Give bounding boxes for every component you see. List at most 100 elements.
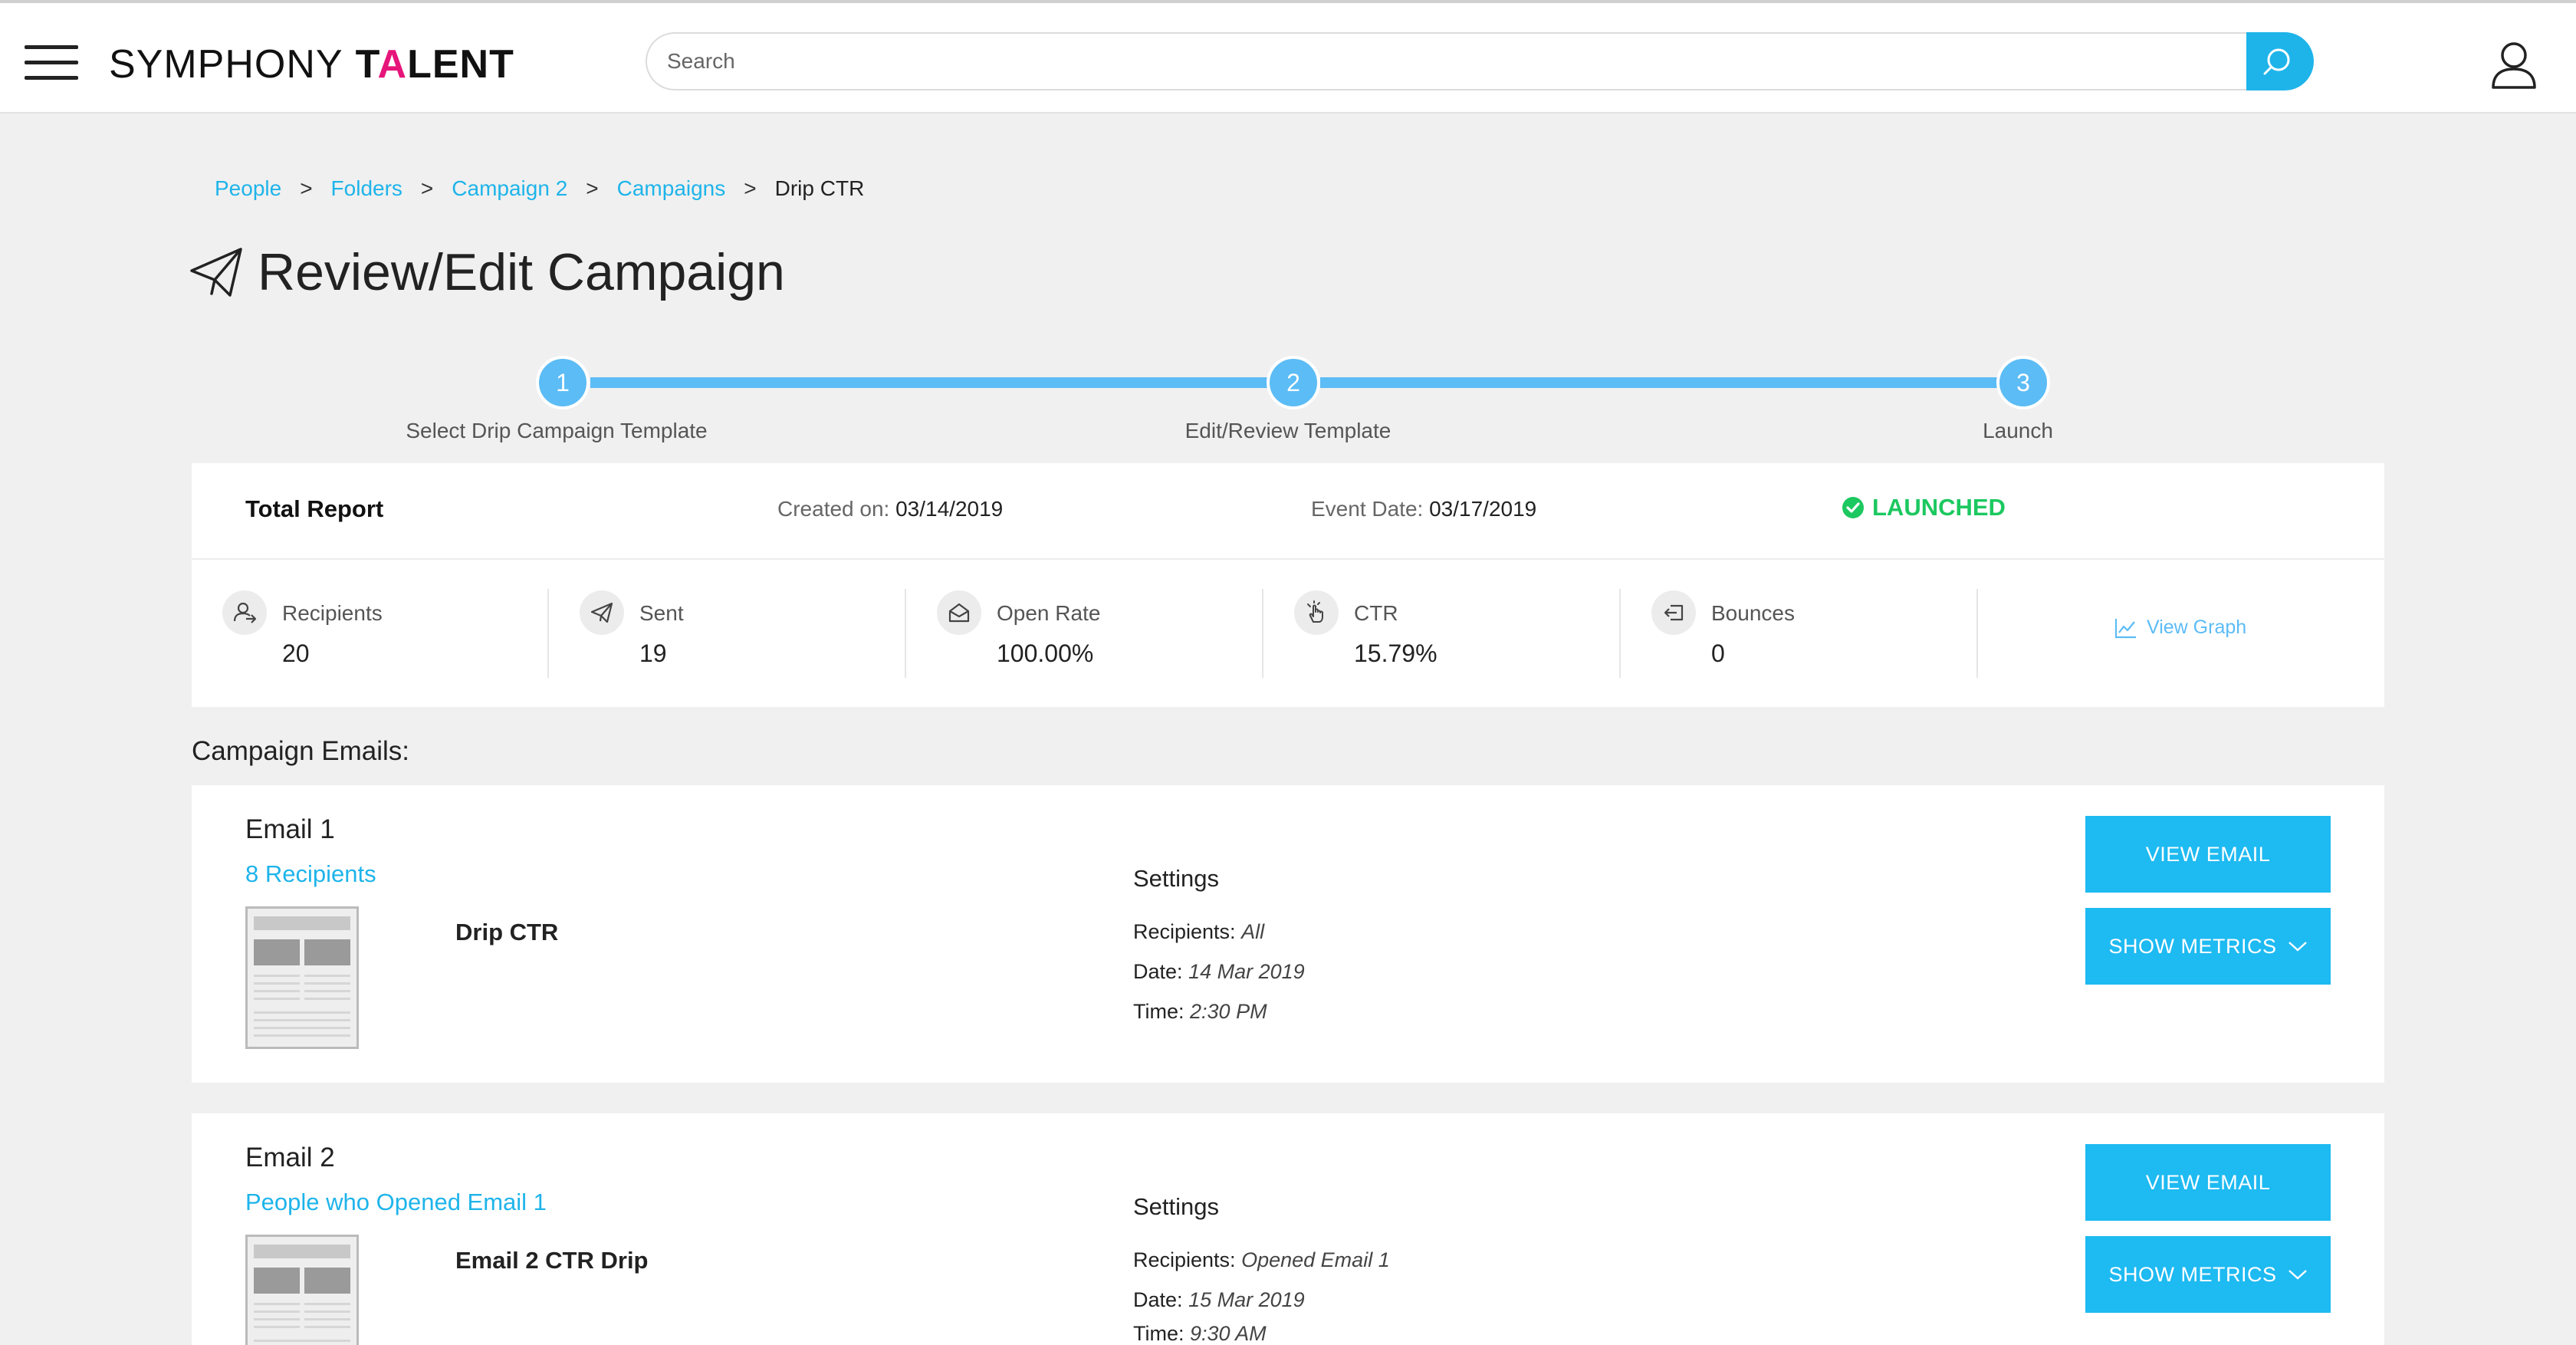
view-graph-link[interactable]: View Graph — [2114, 617, 2246, 639]
view-graph-label: View Graph — [2147, 617, 2247, 638]
setting-label: Date: — [1133, 960, 1183, 983]
metric-value: 100.00% — [997, 640, 1094, 667]
created-on: Created on: 03/14/2019 — [777, 497, 1003, 521]
email-recipients-link[interactable]: 8 Recipients — [245, 860, 376, 888]
logo-word-symphony: SYMPHONY — [109, 42, 343, 87]
step-2-label: Edit/Review Template — [1184, 419, 1392, 442]
breadcrumb: People > Folders > Campaign 2 > Campaign… — [215, 173, 864, 204]
setting-value: 14 Mar 2019 — [1188, 960, 1305, 983]
event-date: Event Date: 03/17/2019 — [1311, 497, 1536, 521]
metric-sent: Sent 19 — [549, 589, 906, 678]
stepper-connector — [590, 377, 1296, 388]
breadcrumb-separator: > — [300, 176, 313, 200]
metric-label: Sent — [639, 601, 684, 625]
view-email-button[interactable]: VIEW EMAIL — [2085, 1144, 2331, 1221]
created-on-value: 03/14/2019 — [895, 497, 1004, 521]
check-circle-icon — [1842, 497, 1864, 518]
setting-recipients: Recipients: All — [1133, 920, 1264, 944]
metric-value: 20 — [282, 640, 310, 667]
metric-bounces: Bounces 0 — [1621, 589, 1978, 678]
metric-value: 19 — [639, 640, 667, 667]
hamburger-menu-icon[interactable] — [25, 45, 78, 81]
breadcrumb-campaigns[interactable]: Campaigns — [617, 176, 726, 201]
event-date-label: Event Date: — [1311, 497, 1424, 521]
line-chart-icon — [2114, 618, 2136, 638]
metric-open-rate: Open Rate 100.00% — [906, 589, 1263, 678]
breadcrumb-separator: > — [744, 176, 757, 200]
logo-word-talent: TALENT — [355, 42, 514, 87]
view-email-label: VIEW EMAIL — [2145, 1170, 2271, 1194]
hand-click-icon — [1294, 590, 1339, 635]
setting-value: 9:30 AM — [1190, 1322, 1267, 1345]
paper-plane-icon — [580, 590, 624, 635]
setting-date: Date: 15 Mar 2019 — [1133, 1288, 1305, 1312]
setting-label: Recipients: — [1133, 920, 1236, 943]
search-bar — [646, 32, 2314, 90]
breadcrumb-separator: > — [420, 176, 434, 200]
page-title: Review/Edit Campaign — [189, 238, 785, 307]
email-name: Email 2 — [245, 1143, 335, 1172]
settings-title: Settings — [1133, 1193, 1220, 1220]
search-icon — [2263, 48, 2290, 75]
metric-label: CTR — [1354, 601, 1398, 625]
email-subject: Drip CTR — [455, 919, 559, 945]
setting-time: Time: 2:30 PM — [1133, 1000, 1267, 1024]
chevron-down-icon — [2288, 942, 2307, 952]
setting-date: Date: 14 Mar 2019 — [1133, 960, 1305, 984]
breadcrumb-current: Drip CTR — [774, 176, 865, 200]
email-template-thumbnail[interactable] — [245, 906, 359, 1049]
breadcrumb-folders[interactable]: Folders — [331, 176, 402, 201]
status-text: LAUNCHED — [1872, 494, 2006, 521]
setting-value: All — [1241, 920, 1265, 943]
user-profile-icon[interactable] — [2489, 40, 2539, 90]
breadcrumb-people[interactable]: People — [215, 176, 281, 201]
metric-label: Bounces — [1711, 601, 1795, 625]
event-date-value: 03/17/2019 — [1429, 497, 1537, 521]
symphony-talent-logo[interactable]: SYMPHONY TALENT — [109, 41, 514, 87]
page-title-text: Review/Edit Campaign — [258, 243, 785, 301]
view-email-label: VIEW EMAIL — [2145, 842, 2271, 866]
setting-value: 15 Mar 2019 — [1188, 1288, 1305, 1311]
email-template-thumbnail[interactable] — [245, 1235, 359, 1345]
report-title: Total Report — [245, 495, 384, 522]
show-metrics-button[interactable]: SHOW METRICS — [2085, 1236, 2331, 1313]
report-summary-row: Total Report Created on: 03/14/2019 Even… — [192, 463, 2384, 560]
top-header: SYMPHONY TALENT — [0, 0, 2576, 113]
show-metrics-button[interactable]: SHOW METRICS — [2085, 908, 2331, 985]
email-card: Email 2 People who Opened Email 1 Email … — [192, 1113, 2384, 1345]
email-card: Email 1 8 Recipients Drip CTR Settings R… — [192, 785, 2384, 1083]
search-button[interactable] — [2246, 32, 2314, 90]
created-on-label: Created on: — [777, 497, 890, 521]
show-metrics-label: SHOW METRICS — [2108, 934, 2277, 958]
breadcrumb-separator: > — [586, 176, 599, 200]
metric-ctr: CTR 15.79% — [1263, 589, 1621, 678]
settings-title: Settings — [1133, 865, 1220, 892]
report-metrics-row: Recipients 20 Sent 19 Open Rate 100.00% … — [192, 560, 2384, 707]
email-subject: Email 2 CTR Drip — [455, 1247, 649, 1274]
setting-label: Recipients: — [1133, 1248, 1236, 1271]
step-3-circle[interactable]: 3 — [1996, 356, 2050, 409]
chevron-down-icon — [2288, 1270, 2307, 1280]
setting-label: Date: — [1133, 1288, 1183, 1311]
envelope-open-icon — [937, 590, 981, 635]
status-badge: LAUNCHED — [1842, 494, 2006, 521]
breadcrumb-campaign-2[interactable]: Campaign 2 — [452, 176, 567, 201]
email-recipients-link[interactable]: People who Opened Email 1 — [245, 1189, 547, 1216]
show-metrics-label: SHOW METRICS — [2108, 1262, 2277, 1286]
step-3-label: Launch — [1983, 419, 2053, 442]
total-report-card: Total Report Created on: 03/14/2019 Even… — [192, 463, 2384, 707]
email-name: Email 1 — [245, 814, 335, 844]
metric-label: Open Rate — [997, 601, 1101, 625]
step-2-circle[interactable]: 2 — [1267, 356, 1320, 409]
step-1-label: Select Drip Campaign Template — [406, 419, 708, 442]
campaign-emails-heading: Campaign Emails: — [192, 736, 409, 766]
view-email-button[interactable]: VIEW EMAIL — [2085, 816, 2331, 893]
metric-recipients: Recipients 20 — [192, 589, 549, 678]
paper-plane-icon — [190, 248, 242, 297]
stepper-connector — [1320, 377, 2010, 388]
setting-label: Time: — [1133, 1000, 1184, 1023]
bounce-icon — [1651, 590, 1696, 635]
step-1-circle[interactable]: 1 — [536, 356, 590, 409]
setting-value: 2:30 PM — [1190, 1000, 1267, 1023]
search-input[interactable] — [646, 32, 2246, 90]
